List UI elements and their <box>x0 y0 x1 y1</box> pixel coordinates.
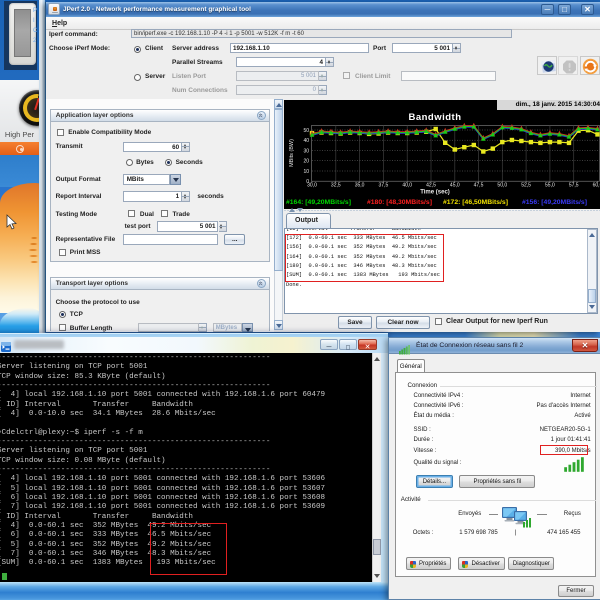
svg-text:45,0: 45,0 <box>450 183 460 189</box>
svg-text:30,0: 30,0 <box>307 183 317 189</box>
svg-text:30: 30 <box>303 148 309 154</box>
svg-text:37,5: 37,5 <box>379 183 389 189</box>
svg-text:Bandwidth: Bandwidth <box>408 112 461 123</box>
svg-text:50: 50 <box>303 128 309 134</box>
svg-text:60,0: 60,0 <box>593 183 600 189</box>
svg-text:47,5: 47,5 <box>474 183 484 189</box>
svg-text:MBits (BW): MBits (BW) <box>289 139 295 167</box>
svg-text:57,5: 57,5 <box>569 183 579 189</box>
svg-text:50,0: 50,0 <box>497 183 507 189</box>
svg-text:35,0: 35,0 <box>355 183 365 189</box>
svg-text:40,0: 40,0 <box>402 183 412 189</box>
svg-text:52,5: 52,5 <box>521 183 531 189</box>
svg-text:32,5: 32,5 <box>331 183 341 189</box>
svg-text:Time (sec): Time (sec) <box>420 190 450 196</box>
svg-text:55,0: 55,0 <box>545 183 555 189</box>
svg-text:42,5: 42,5 <box>426 183 436 189</box>
svg-text:20: 20 <box>303 159 309 165</box>
svg-text:40: 40 <box>303 138 309 144</box>
svg-text:10: 10 <box>303 169 309 175</box>
